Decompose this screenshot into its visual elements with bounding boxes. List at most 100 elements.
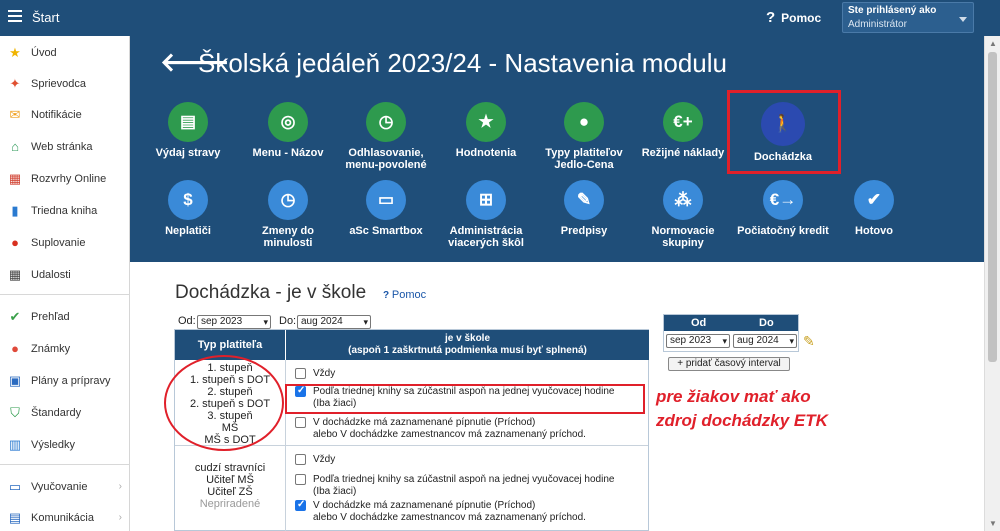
- monitor-icon: ▭: [8, 479, 22, 494]
- od-label: Od:: [178, 315, 196, 327]
- do-select[interactable]: aug 2024: [297, 315, 371, 329]
- tile-row2[interactable]: $ Neplatiči: [138, 180, 238, 237]
- dots-icon: ⁂: [663, 180, 703, 220]
- sidebar-item[interactable]: ▮ Triedna kniha: [0, 196, 130, 226]
- person-icon: ●: [11, 235, 19, 250]
- sidebar-item[interactable]: ▥ Výsledky: [0, 430, 130, 460]
- scroll-up-icon[interactable]: ▲: [989, 39, 997, 48]
- check-icon: ✔: [854, 180, 894, 220]
- sidebar-item[interactable]: ● Známky: [0, 334, 130, 364]
- wand-icon: ✦: [9, 76, 21, 91]
- interval-header: Od Do: [664, 315, 798, 331]
- tile-row2[interactable]: ⊞ Administrácia viacerých škôl: [436, 180, 536, 249]
- euro-plus-icon: €+: [663, 102, 703, 142]
- interval-row: sep 2023 aug 2024: [664, 331, 798, 351]
- document-icon: ✎: [564, 180, 604, 220]
- do-label: Do:: [279, 315, 297, 327]
- help-link[interactable]: ? Pomoc: [766, 9, 821, 26]
- tile-row2[interactable]: ▭ aSc Smartbox: [336, 180, 436, 237]
- interval-table: Od Do sep 2023 aug 2024: [663, 314, 799, 352]
- tile-row1[interactable]: ▤ Výdaj stravy: [138, 102, 238, 159]
- sidebar-item[interactable]: ★ Úvod: [0, 38, 130, 68]
- scrollbar[interactable]: ▲ ▼: [984, 36, 1000, 531]
- sidebar-item[interactable]: ⛉ Štandardy: [0, 398, 130, 428]
- help-link-section[interactable]: ? Pomoc: [383, 289, 426, 301]
- checkbox-always-2[interactable]: [295, 454, 306, 465]
- sidebar-divider: [0, 294, 130, 295]
- checkbox-attendance-2[interactable]: [295, 499, 306, 511]
- grade-icon: ●: [11, 341, 19, 356]
- page-title: Školská jedáleň 2023/24 - Nastavenia mod…: [198, 48, 728, 78]
- chat-icon: ▤: [8, 510, 22, 525]
- module-header: 🡐 Školská jedáleň 2023/24 - Nastavenia m…: [130, 36, 984, 262]
- briefcase-icon: ▣: [8, 373, 22, 388]
- tile-row1[interactable]: ◎ Menu - Názov: [238, 102, 338, 159]
- house-icon: ⌂: [11, 139, 19, 154]
- chevron-down-icon: [959, 17, 967, 22]
- sidebar-item[interactable]: ⌂ Web stránka: [0, 132, 130, 162]
- annotation-note: pre žiakov mať ako zdroj dochádzky ETK: [656, 387, 828, 430]
- tile-row2[interactable]: ⁂ Normovacie skupiny: [633, 180, 733, 249]
- sidebar-divider: [0, 464, 130, 465]
- user-selector[interactable]: Ste prihlásený ako Administrátor: [842, 2, 974, 33]
- pencil-icon[interactable]: ✎: [803, 333, 815, 350]
- tile-row1[interactable]: ◷ Odhlasovanie, menu-povolené: [336, 102, 436, 171]
- col-header-condition: je v škole (aspoň 1 zaškrtnutá podmienka…: [285, 330, 649, 360]
- sidebar-item[interactable]: ✦ Sprievodca: [0, 69, 130, 99]
- tile-row1[interactable]: ★ Hodnotenia: [436, 102, 536, 159]
- clock-icon: ◷: [366, 102, 406, 142]
- scroll-thumb[interactable]: [988, 52, 997, 362]
- payer-type: Nepriradené: [199, 498, 261, 510]
- sidebar-item[interactable]: ✉ Notifikácie: [0, 100, 130, 130]
- payer-type: Učiteľ ZŠ: [207, 486, 253, 498]
- highlight-payer-types: [164, 355, 284, 451]
- interval-do-select[interactable]: aug 2024: [733, 334, 797, 348]
- calendar-dark-icon: ▦: [8, 267, 22, 282]
- checkbox-always[interactable]: [295, 368, 306, 379]
- payer-types-group2: cudzí stravníci Učiteľ MŠ Učiteľ ZŠ Neprira…: [175, 462, 285, 510]
- clock-history-icon: ◷: [268, 180, 308, 220]
- sidebar-item[interactable]: ▣ Plány a prípravy: [0, 366, 130, 396]
- person-icon: ●: [564, 102, 604, 142]
- star-icon: ★: [466, 102, 506, 142]
- payer-type: cudzí stravníci: [194, 462, 266, 474]
- tile-row1[interactable]: €+ Režijné náklady: [633, 102, 733, 159]
- star-icon: ★: [9, 45, 21, 60]
- menu-icon[interactable]: [8, 10, 22, 22]
- check-circle-icon: ✔: [9, 309, 21, 324]
- question-icon: ?: [766, 9, 776, 26]
- top-bar: Štart ? Pomoc Ste prihlásený ako Administ…: [0, 0, 1000, 36]
- tile-row1[interactable]: ● Typy platiteľov Jedlo-Cena: [534, 102, 634, 171]
- book-icon: ▮: [11, 203, 19, 218]
- start-link[interactable]: Štart: [32, 10, 59, 25]
- sidebar-item[interactable]: ▦ Udalosti: [0, 260, 130, 290]
- chevron-right-icon: ›: [118, 512, 122, 523]
- section-title: Dochádzka - je v škole: [175, 282, 367, 303]
- scroll-down-icon[interactable]: ▼: [989, 519, 997, 528]
- sidebar-item[interactable]: ▭ Vyučovanie ›: [0, 472, 130, 502]
- add-interval-button[interactable]: + pridať časový interval: [668, 357, 790, 371]
- user-label: Ste prihlásený ako: [848, 5, 937, 16]
- open-sign-icon: ▤: [168, 102, 208, 142]
- payer-type: Učiteľ MŠ: [206, 474, 254, 486]
- tile-row2[interactable]: €→ Počiatočný kredit: [733, 180, 833, 237]
- tile-row2[interactable]: ◷ Zmeny do minulosti: [238, 180, 338, 249]
- interval-od-select[interactable]: sep 2023: [666, 334, 730, 348]
- network-icon: ⊞: [466, 180, 506, 220]
- highlight-option-book: [285, 384, 645, 414]
- sidebar-item[interactable]: ▦ Rozvrhy Online: [0, 164, 130, 194]
- shield-icon: ⛉: [10, 405, 20, 420]
- checkbox-attendance[interactable]: [295, 417, 306, 428]
- calendar-icon: ▦: [8, 171, 22, 186]
- bar-chart-icon: ▥: [8, 437, 22, 452]
- tile-row2[interactable]: ✔ Hotovo: [824, 180, 924, 237]
- tile-row2[interactable]: ✎ Predpisy: [534, 180, 634, 237]
- od-select[interactable]: sep 2023: [197, 315, 271, 329]
- tile-row1[interactable]: 🚶 Dochádzka: [733, 102, 833, 163]
- checkbox-book-2[interactable]: [295, 474, 306, 485]
- sidebar-item[interactable]: ● Suplovanie: [0, 228, 130, 258]
- sidebar-item[interactable]: ✔ Prehľad: [0, 302, 130, 332]
- envelope-icon: ✉: [9, 107, 21, 122]
- sidebar-item[interactable]: ▤ Komunikácia ›: [0, 503, 130, 531]
- monitor-icon: ▭: [366, 180, 406, 220]
